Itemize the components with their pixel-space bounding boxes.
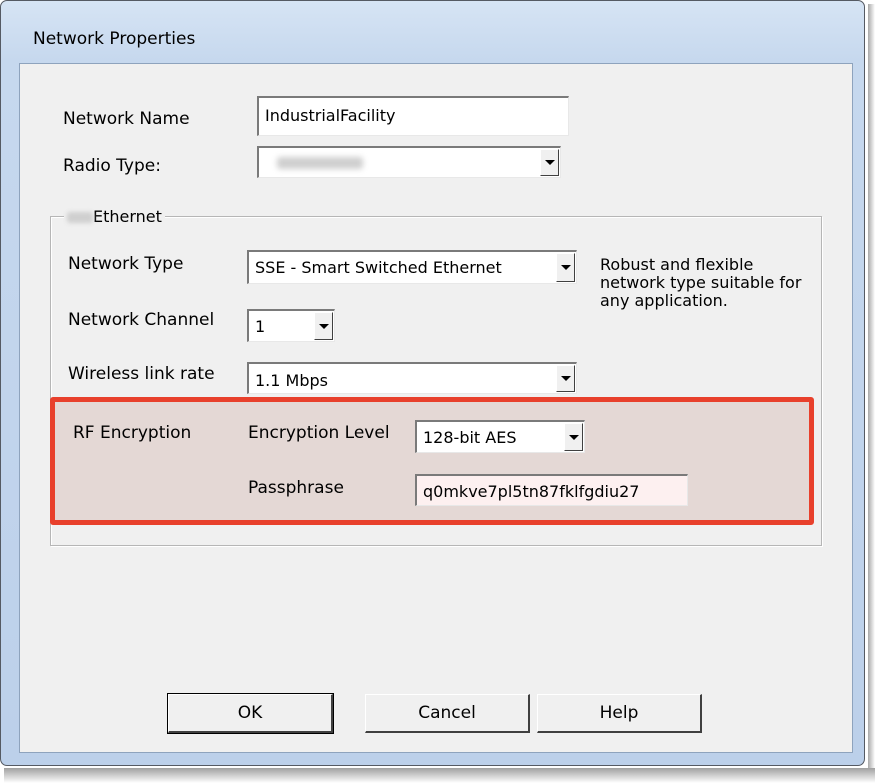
network-channel-select[interactable]: 1	[247, 309, 335, 342]
network-type-value: SSE - Smart Switched Ethernet	[255, 258, 502, 277]
network-channel-value: 1	[255, 317, 266, 336]
chevron-down-icon[interactable]	[556, 365, 575, 392]
network-type-description: Robust and flexible network type suitabl…	[600, 256, 801, 310]
ethernet-group-caption: Ethernet	[64, 207, 165, 226]
rf-encryption-label: RF Encryption	[73, 423, 192, 443]
radio-type-select[interactable]	[257, 146, 561, 178]
network-name-label: Network Name	[63, 109, 190, 129]
window-title: Network Properties	[33, 29, 196, 49]
window-shadow-right	[868, 4, 875, 783]
rf-encryption-highlight: RF Encryption Encryption Level 128-bit A…	[50, 397, 814, 525]
chevron-down-icon[interactable]	[314, 312, 333, 340]
cancel-button[interactable]: Cancel	[365, 694, 530, 733]
chevron-down-icon[interactable]	[564, 423, 583, 451]
network-name-input[interactable]: IndustrialFacility	[257, 96, 569, 136]
encryption-level-value: 128-bit AES	[423, 428, 517, 447]
network-type-label: Network Type	[68, 254, 184, 274]
network-type-select[interactable]: SSE - Smart Switched Ethernet	[247, 250, 577, 284]
encryption-level-label: Encryption Level	[248, 423, 390, 443]
description-line-3: any application.	[600, 291, 728, 310]
dialog-window: Network Properties Network Name Industri…	[0, 0, 865, 766]
encryption-level-select[interactable]: 128-bit AES	[415, 420, 585, 453]
ok-button[interactable]: OK	[167, 693, 334, 734]
window-shadow-bottom	[4, 768, 875, 783]
redacted-caption-prefix	[67, 212, 93, 223]
chevron-down-icon[interactable]	[556, 253, 575, 282]
wireless-link-rate-select[interactable]: 1.1 Mbps	[247, 362, 577, 394]
radio-type-label: Radio Type:	[63, 156, 161, 176]
passphrase-label: Passphrase	[248, 478, 344, 498]
wireless-link-rate-value: 1.1 Mbps	[255, 371, 328, 390]
ethernet-caption-text: Ethernet	[93, 207, 162, 226]
description-line-2: network type suitable for	[600, 273, 802, 292]
chevron-down-icon[interactable]	[540, 149, 559, 176]
redacted-radio-type	[277, 157, 363, 169]
passphrase-input[interactable]: q0mkve7pl5tn87fklfgdiu27	[415, 474, 688, 506]
description-line-1: Robust and flexible	[600, 255, 754, 274]
network-channel-label: Network Channel	[68, 310, 215, 330]
dialog-client-area: Network Name IndustrialFacility Radio Ty…	[19, 63, 853, 753]
wireless-link-rate-label: Wireless link rate	[68, 364, 215, 384]
help-button[interactable]: Help	[537, 694, 702, 733]
